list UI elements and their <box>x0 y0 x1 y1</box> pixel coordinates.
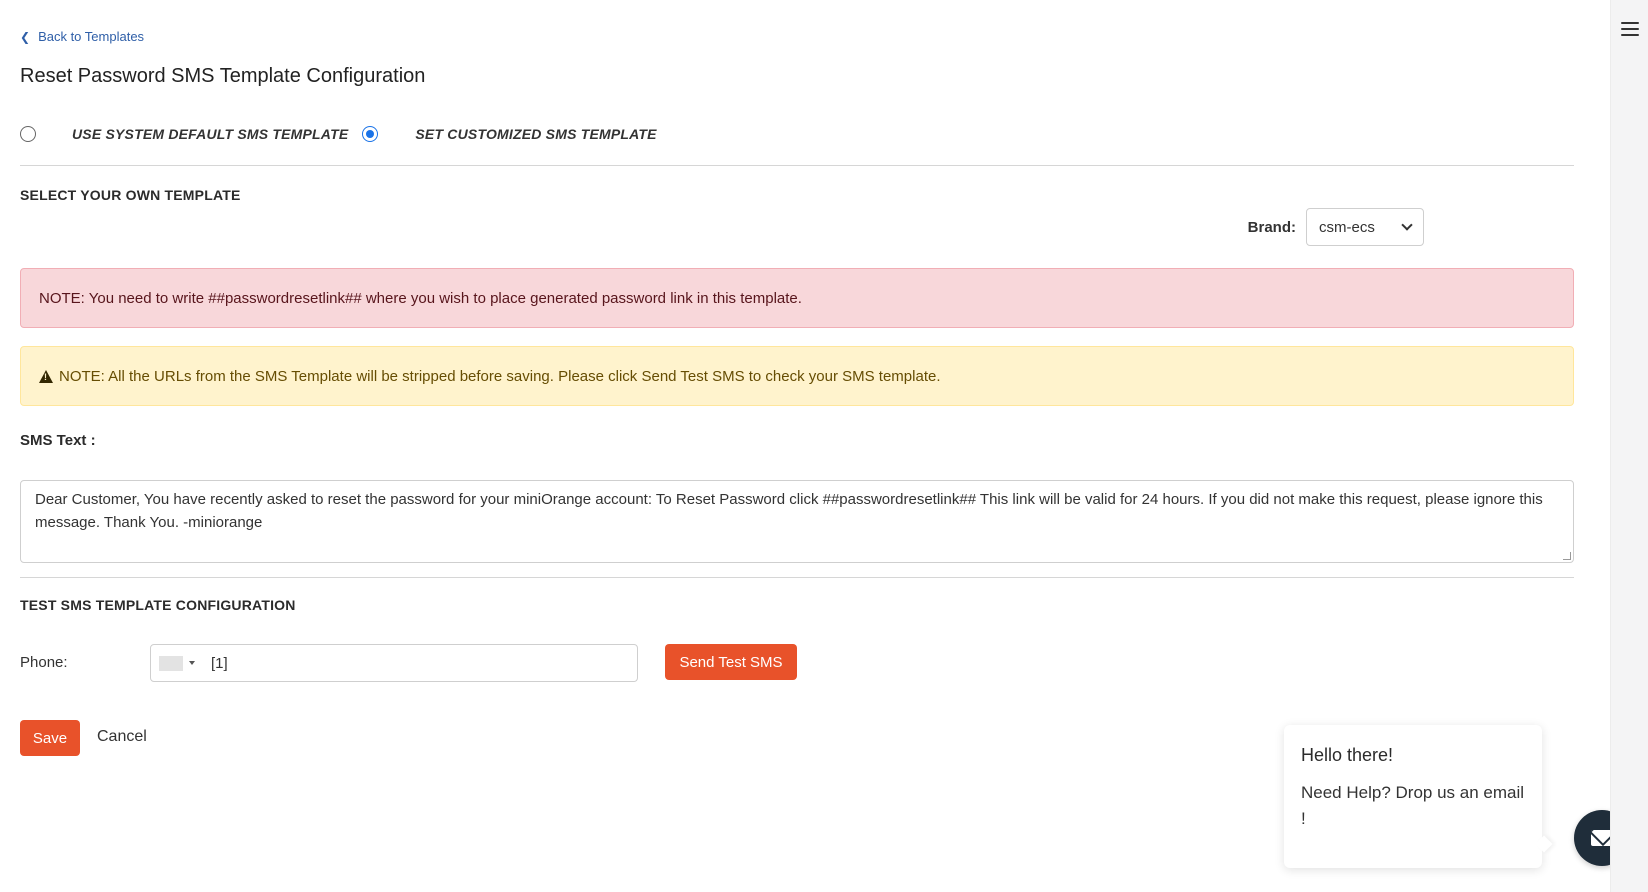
phone-input[interactable]: [1] <box>150 644 638 682</box>
customized-template-radio[interactable] <box>362 126 379 142</box>
phone-label: Phone: <box>20 654 68 671</box>
caret-down-icon <box>189 661 195 665</box>
save-button[interactable]: Save <box>20 720 80 756</box>
help-text: Need Help? Drop us an email ! <box>1301 783 1525 828</box>
alert-warning-text: NOTE: All the URLs from the SMS Template… <box>59 367 941 385</box>
use-default-template-label[interactable]: USE SYSTEM DEFAULT SMS TEMPLATE <box>72 126 348 142</box>
select-template-heading: SELECT YOUR OWN TEMPLATE <box>20 187 241 203</box>
send-test-sms-button[interactable]: Send Test SMS <box>665 644 797 680</box>
test-sms-heading: TEST SMS TEMPLATE CONFIGURATION <box>20 597 296 613</box>
country-code-selector[interactable] <box>159 655 195 671</box>
flag-icon <box>159 655 183 671</box>
brand-value: csm-ecs <box>1319 218 1375 236</box>
main-content: ❮ Back to Templates Reset Password SMS T… <box>0 0 1630 892</box>
back-link-label: Back to Templates <box>38 29 145 44</box>
password-link-note-alert: NOTE: You need to write ##passwordresetl… <box>20 268 1574 328</box>
sms-text-label: SMS Text : <box>20 432 96 449</box>
url-stripped-warning-alert: NOTE: All the URLs from the SMS Template… <box>20 346 1574 406</box>
hamburger-menu-icon[interactable] <box>1621 22 1639 36</box>
page-title: Reset Password SMS Template Configuratio… <box>20 65 426 87</box>
right-sidebar-rail <box>1610 0 1648 892</box>
sms-text-value: Dear Customer, You have recently asked t… <box>35 491 1543 531</box>
phone-value: [1] <box>211 654 228 672</box>
help-title: Hello there! <box>1301 745 1394 765</box>
warning-triangle-icon <box>39 369 53 383</box>
brand-dropdown[interactable]: csm-ecs <box>1306 208 1424 246</box>
chevron-left-icon: ❮ <box>20 29 31 44</box>
use-default-template-radio[interactable] <box>20 126 36 142</box>
alert-danger-text: NOTE: You need to write ##passwordresetl… <box>39 289 802 307</box>
help-popup: Hello there! Need Help? Drop us an email… <box>1284 725 1542 868</box>
brand-selector: Brand: csm-ecs <box>1248 208 1424 246</box>
resize-handle[interactable] <box>1563 552 1571 560</box>
divider <box>20 577 1574 578</box>
back-to-templates-link[interactable]: ❮ Back to Templates <box>20 29 144 44</box>
divider <box>20 165 1574 166</box>
chevron-down-icon <box>1401 219 1413 231</box>
sms-text-textarea[interactable]: Dear Customer, You have recently asked t… <box>20 480 1574 563</box>
cancel-button[interactable]: Cancel <box>97 728 147 746</box>
customized-template-label[interactable]: SET CUSTOMIZED SMS TEMPLATE <box>415 126 656 142</box>
template-mode-radio-group: USE SYSTEM DEFAULT SMS TEMPLATE SET CUST… <box>20 123 657 145</box>
brand-label: Brand: <box>1247 218 1296 236</box>
